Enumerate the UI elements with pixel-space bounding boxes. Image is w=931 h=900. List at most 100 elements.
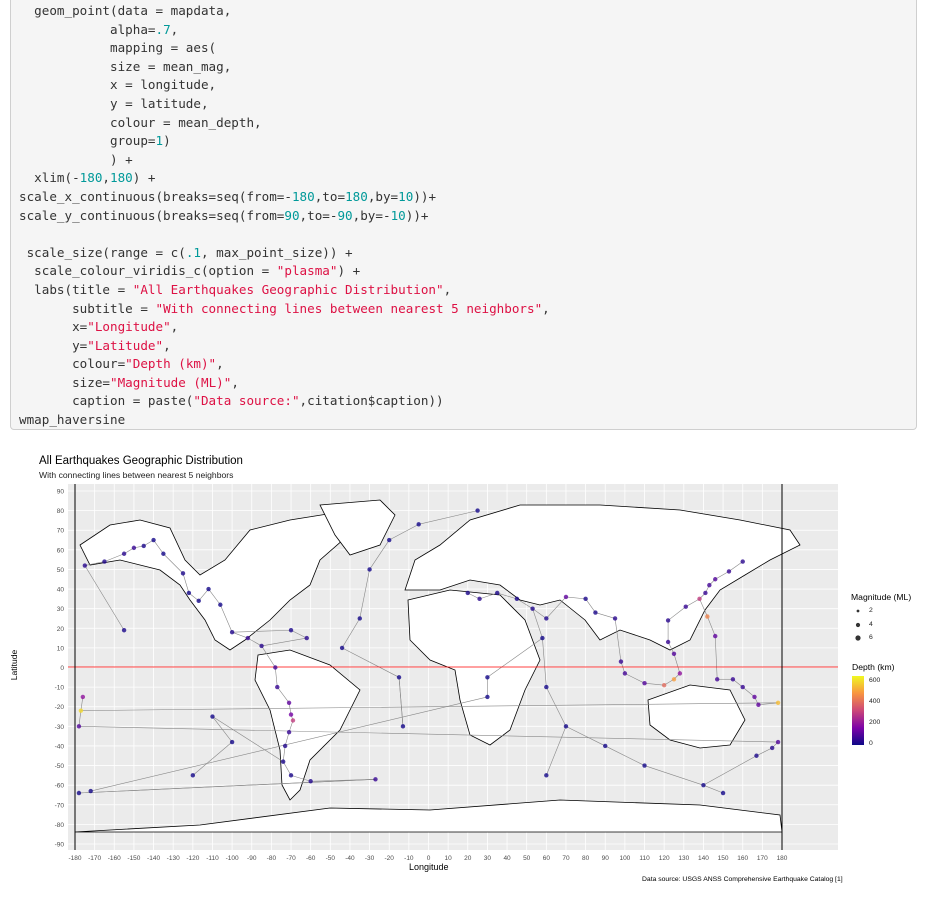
x-tick-label: 110 — [639, 855, 650, 862]
code-token: ,to=- — [299, 207, 338, 223]
code-line: size = mean_mag, — [19, 58, 550, 77]
neighbor-line — [673, 673, 681, 680]
earthquake-point — [754, 753, 759, 758]
y-tick-label: -10 — [55, 685, 65, 692]
neighbor-line — [341, 647, 400, 678]
neighbor-line — [290, 629, 307, 639]
y-tick-label: 80 — [57, 508, 65, 515]
earthquake-point — [485, 675, 490, 680]
earthquake-point — [82, 563, 88, 568]
code-token: colour= — [19, 356, 126, 372]
x-tick-label: 20 — [464, 855, 472, 862]
code-line: mapping = aes( — [19, 39, 550, 58]
neighbor-line — [546, 686, 567, 727]
code-line: scale_size(range = c(.1, max_point_size)… — [19, 244, 550, 263]
x-tick-label: -180 — [68, 855, 81, 862]
neighbor-line — [104, 553, 125, 562]
earthquake-point — [752, 694, 757, 700]
size-legend-label-2: 2 — [869, 607, 873, 614]
x-tick-label: -140 — [147, 855, 160, 862]
code-token: "Latitude" — [87, 337, 164, 353]
neighbor-line — [532, 608, 547, 619]
x-tick-label: 90 — [602, 855, 610, 862]
code-token: ,to= — [314, 188, 346, 204]
earthquake-point — [259, 643, 264, 649]
x-tick-label: -160 — [108, 855, 121, 862]
y-tick-label: -50 — [55, 763, 65, 770]
plot-subtitle: With connecting lines between nearest 5 … — [39, 470, 234, 480]
neighbor-line — [467, 592, 480, 600]
neighbor-line — [188, 592, 199, 602]
earthquake-point — [683, 604, 688, 609]
x-tick-label: -70 — [286, 855, 296, 862]
neighbor-line — [341, 618, 361, 649]
earthquake-point — [740, 559, 745, 564]
neighbor-line — [261, 637, 307, 647]
earthquake-point — [514, 596, 520, 602]
y-tick-label: 60 — [57, 547, 65, 554]
color-legend-label-600: 600 — [869, 677, 881, 684]
neighbor-line — [288, 702, 292, 715]
earthquake-point — [161, 551, 166, 556]
neighbor-line — [758, 702, 779, 706]
code-token: "Data source:" — [193, 393, 300, 409]
size-legend-label-4: 4 — [869, 621, 873, 628]
code-token: ))+ — [405, 207, 429, 223]
earthquake-point — [275, 684, 280, 690]
y-tick-label: 10 — [57, 645, 65, 652]
earthquake-point — [465, 590, 470, 596]
landmass-australia — [647, 684, 746, 749]
x-tick-label: 60 — [543, 855, 551, 862]
y-tick-label: 0 — [60, 665, 64, 672]
code-line: labs(title = "All Earthquakes Geographic… — [19, 281, 550, 300]
code-line: xlim(-180,180) + — [19, 169, 550, 188]
color-legend-title: Depth (km) — [852, 662, 895, 672]
code-token: scale_x_continuous(breaks=seq(from=- — [19, 188, 292, 204]
earthquake-point — [665, 618, 671, 623]
y-tick-label: 50 — [57, 567, 65, 574]
code-listing: geom_point(data = mapdata, alpha=.7, map… — [19, 2, 550, 430]
neighbor-line — [585, 598, 596, 613]
earthquake-point — [622, 671, 628, 676]
earthquake-point — [339, 645, 345, 651]
code-token: , max_point_size)) + — [200, 244, 353, 260]
code-token: x= — [19, 319, 88, 335]
x-tick-label: -60 — [306, 855, 316, 862]
code-token: group= — [19, 133, 156, 149]
code-line: colour = mean_depth, — [19, 114, 550, 133]
code-block: geom_point(data = mapdata, alpha=.7, map… — [10, 0, 917, 430]
neighbor-line — [703, 784, 724, 794]
neighbor-line — [479, 592, 498, 600]
neighbor-line — [542, 638, 547, 688]
earthquake-point — [357, 616, 362, 621]
code-line: ) + — [19, 151, 550, 170]
earthquake-point — [697, 596, 702, 602]
neighbor-line — [163, 553, 184, 574]
earthquake-point — [141, 543, 146, 549]
code-token: .1 — [185, 244, 201, 260]
landmass-eurasia — [404, 504, 801, 651]
neighbor-line — [667, 606, 686, 621]
neighbor-line — [90, 696, 488, 792]
neighbor-line — [232, 629, 292, 633]
neighbor-line — [546, 726, 567, 776]
neighbor-connections — [78, 510, 779, 794]
neighbor-line — [714, 636, 718, 680]
code-line: scale_y_continuous(breaks=seq(from=90,to… — [19, 207, 550, 226]
y-tick-label: -20 — [55, 704, 65, 711]
neighbor-line — [133, 545, 144, 549]
earthquake-point — [677, 671, 683, 676]
size-legend-title: Magnitude (ML) — [851, 592, 912, 602]
code-token: "With connecting lines between nearest 5… — [155, 300, 543, 316]
code-token: ) + — [132, 170, 156, 186]
y-tick-label: -30 — [55, 724, 65, 731]
earthquake-point — [775, 700, 781, 705]
neighbor-line — [756, 747, 773, 757]
neighbor-line — [153, 539, 164, 554]
code-line: subtitle = "With connecting lines betwee… — [19, 300, 550, 319]
neighbor-line — [667, 641, 675, 654]
code-token: geom_point(data = mapdata, — [19, 3, 232, 18]
earthquake-point — [603, 743, 608, 749]
neighbor-line — [644, 765, 704, 786]
earthquake-point — [563, 724, 569, 729]
